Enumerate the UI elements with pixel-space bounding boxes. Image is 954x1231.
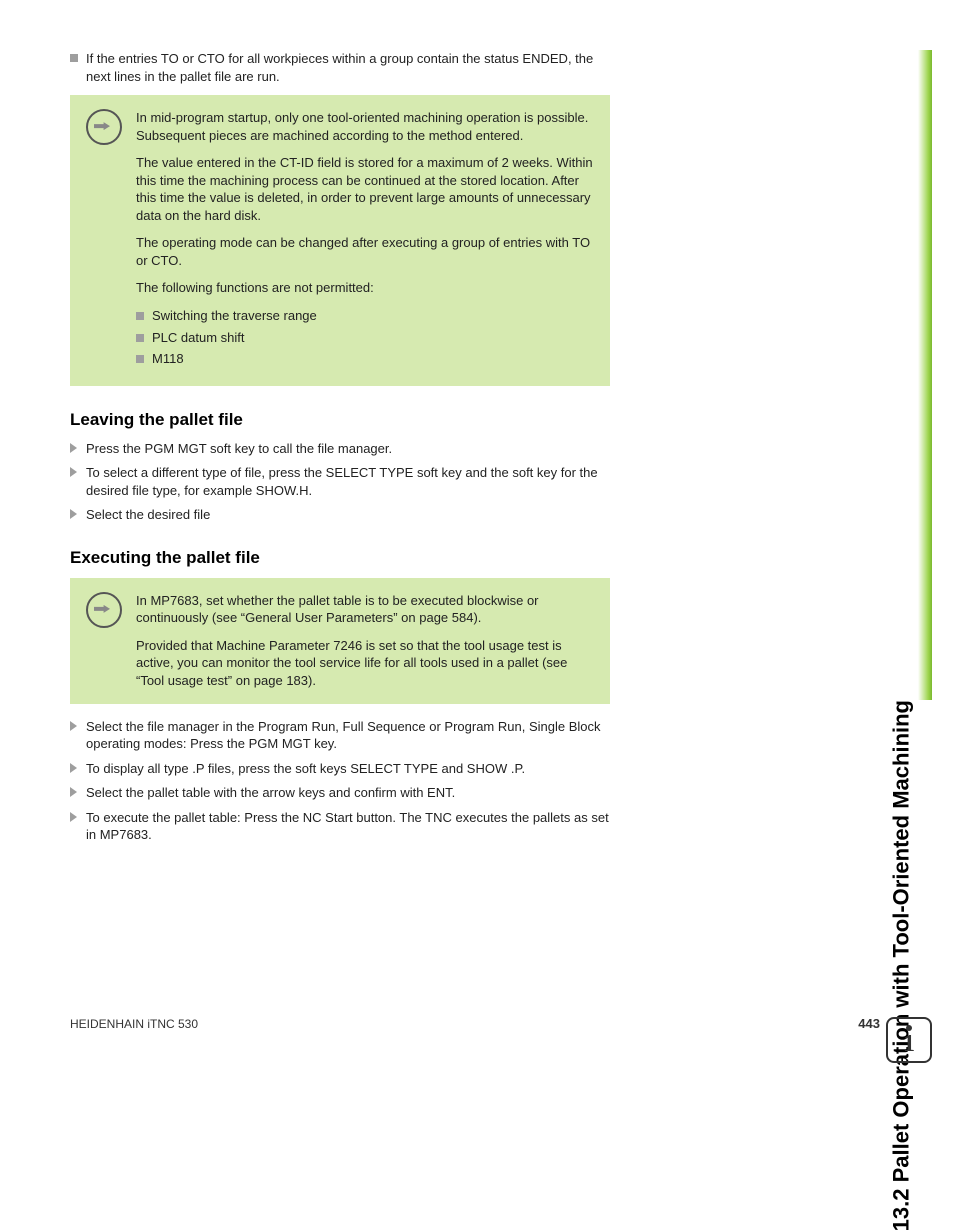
arrow-right-icon	[86, 109, 122, 145]
note1-p3: The operating mode can be changed after …	[136, 234, 594, 269]
note-box-1: In mid-program startup, only one tool-or…	[70, 95, 610, 386]
list-item: To execute the pallet table: Press the N…	[70, 809, 610, 844]
note1-item: M118	[136, 350, 594, 368]
note1-p4: The following functions are not permitte…	[136, 279, 594, 297]
section-title: 13.2 Pallet Operation with Tool-Oriented…	[888, 700, 914, 1231]
intro-bullet: If the entries TO or CTO for all workpie…	[70, 50, 610, 85]
note-body-1: In mid-program startup, only one tool-or…	[136, 109, 594, 372]
section1-list: Press the PGM MGT soft key to call the f…	[70, 440, 610, 524]
list-item: Select the file manager in the Program R…	[70, 718, 610, 753]
list-item: Press the PGM MGT soft key to call the f…	[70, 440, 610, 458]
sidebar-gradient	[918, 50, 932, 700]
note1-item: PLC datum shift	[136, 329, 594, 347]
section2-list: Select the file manager in the Program R…	[70, 718, 610, 844]
note2-p2: Provided that Machine Parameter 7246 is …	[136, 637, 594, 690]
heading-leaving: Leaving the pallet file	[70, 410, 610, 430]
page-content: If the entries TO or CTO for all workpie…	[70, 50, 610, 851]
footer-product: HEIDENHAIN iTNC 530	[70, 1017, 198, 1031]
note2-p1: In MP7683, set whether the pallet table …	[136, 592, 594, 627]
list-item: To select a different type of file, pres…	[70, 464, 610, 499]
note1-list: Switching the traverse range PLC datum s…	[136, 307, 594, 368]
arrow-right-icon	[86, 592, 122, 628]
side-section-header: 13.2 Pallet Operation with Tool-Oriented…	[896, 50, 932, 700]
list-item: Select the pallet table with the arrow k…	[70, 784, 610, 802]
note-body-2: In MP7683, set whether the pallet table …	[136, 592, 594, 690]
page-number: 443	[858, 1016, 880, 1031]
list-item: Select the desired file	[70, 506, 610, 524]
note1-p2: The value entered in the CT-ID field is …	[136, 154, 594, 224]
info-icon: 1	[886, 1017, 932, 1063]
note1-p1: In mid-program startup, only one tool-or…	[136, 109, 594, 144]
note1-item: Switching the traverse range	[136, 307, 594, 325]
intro-list: If the entries TO or CTO for all workpie…	[70, 50, 610, 85]
list-item: To display all type .P files, press the …	[70, 760, 610, 778]
page-footer: HEIDENHAIN iTNC 530 443	[70, 1016, 880, 1031]
note-box-2: In MP7683, set whether the pallet table …	[70, 578, 610, 704]
heading-executing: Executing the pallet file	[70, 548, 610, 568]
